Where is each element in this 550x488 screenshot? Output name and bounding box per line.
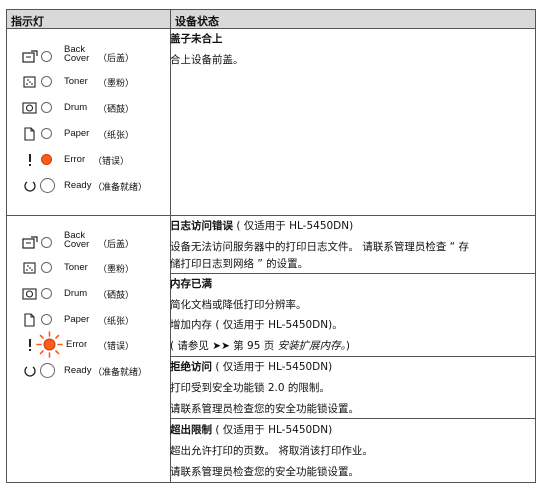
paper-label: Paper [64,314,90,325]
back-cover-led [41,237,52,248]
drum-icon [22,288,37,300]
status-desc-access-2: 请联系管理员检查您的安全功能锁设置。 [170,403,359,415]
status-desc-memory-1: 简化文档或降低打印分辨率。 [170,299,307,311]
status-title-access-denied: 拒绝访问 ( 仅适用于 HL-5450DN) [170,361,333,373]
ready-label: Ready [64,365,92,376]
ready-led [40,178,55,193]
status-title-cover-open: 盖子未合上 [170,33,223,45]
header-status: 设备状态 [175,15,219,28]
ready-led [40,363,55,378]
toner-label: Toner [64,262,88,273]
ready-cn: （准备就绪） [93,183,148,193]
blinking-rays-icon [36,331,63,358]
error-label: Error [64,154,86,165]
table-header: 指示灯 设备状态 [7,10,535,29]
toner-label: Toner [64,76,88,87]
status-desc-limit-2: 请联系管理员检查您的安全功能锁设置。 [170,466,359,478]
error-cn: （错误） [93,157,130,167]
status-title-memory-full: 内存已满 [170,278,212,290]
toner-cn: （墨粉） [98,79,135,89]
status-desc-log-access-1: 设备无法访问服务器中的打印日志文件。 请联系管理员检查 “ 存 [170,241,469,253]
row-divider [171,418,535,419]
row-divider [171,356,535,357]
header-indicator: 指示灯 [11,15,44,28]
ready-cn: （准备就绪） [93,368,148,378]
back-cover-label: Back Cover [64,230,90,250]
drum-label: Drum [64,102,88,113]
status-desc-memory-3: ( 请参见 ➤➤ 第 95 页 安装扩展内存。) [170,340,350,352]
paper-led [41,314,52,325]
paper-led [41,128,52,139]
back-cover-cn: （后盖） [98,240,135,250]
paper-cn: （纸张） [98,317,135,327]
power-icon [24,366,36,377]
error-label: Error [66,339,88,350]
paper-icon [24,313,35,327]
ready-label: Ready [64,180,92,191]
toner-led [41,262,52,273]
status-desc-log-access-2: 储打印日志到网络 ” 的设置。 [170,258,309,270]
status-title-limit-exceeded: 超出限制 ( 仅适用于 HL-5450DN) [170,424,333,436]
status-desc-limit-1: 超出允许打印的页数。 将取消该打印作业。 [170,445,373,457]
status-desc-cover-open: 合上设备前盖。 [170,54,244,66]
back-cover-label: Back Cover [64,44,90,64]
status-desc-memory-2: 增加内存 ( 仅适用于 HL-5450DN)。 [170,319,343,331]
back-cover-led [41,51,52,62]
error-cn: （错误） [98,342,135,352]
drum-icon [22,102,37,114]
exclamation-icon [29,154,31,166]
drum-cn: （硒鼓） [98,105,135,115]
toner-icon [23,76,36,88]
back-cover-icon [22,50,38,63]
status-title-log-access: 日志访问错误 ( 仅适用于 HL-5450DN) [170,220,354,232]
toner-cn: （墨粉） [98,265,135,275]
drum-label: Drum [64,288,88,299]
power-icon [24,181,36,192]
toner-led [41,76,52,87]
status-desc-access-1: 打印受到安全功能锁 2.0 的限制。 [170,382,330,394]
drum-led [41,288,52,299]
paper-cn: （纸张） [98,131,135,141]
toner-icon [23,262,36,274]
row-divider [7,215,535,216]
row-divider [171,273,535,274]
paper-icon [24,127,35,141]
error-led [41,154,52,165]
drum-cn: （硒鼓） [98,291,135,301]
drum-led [41,102,52,113]
back-cover-icon [22,236,38,249]
paper-label: Paper [64,128,90,139]
back-cover-cn: （后盖） [98,54,135,64]
